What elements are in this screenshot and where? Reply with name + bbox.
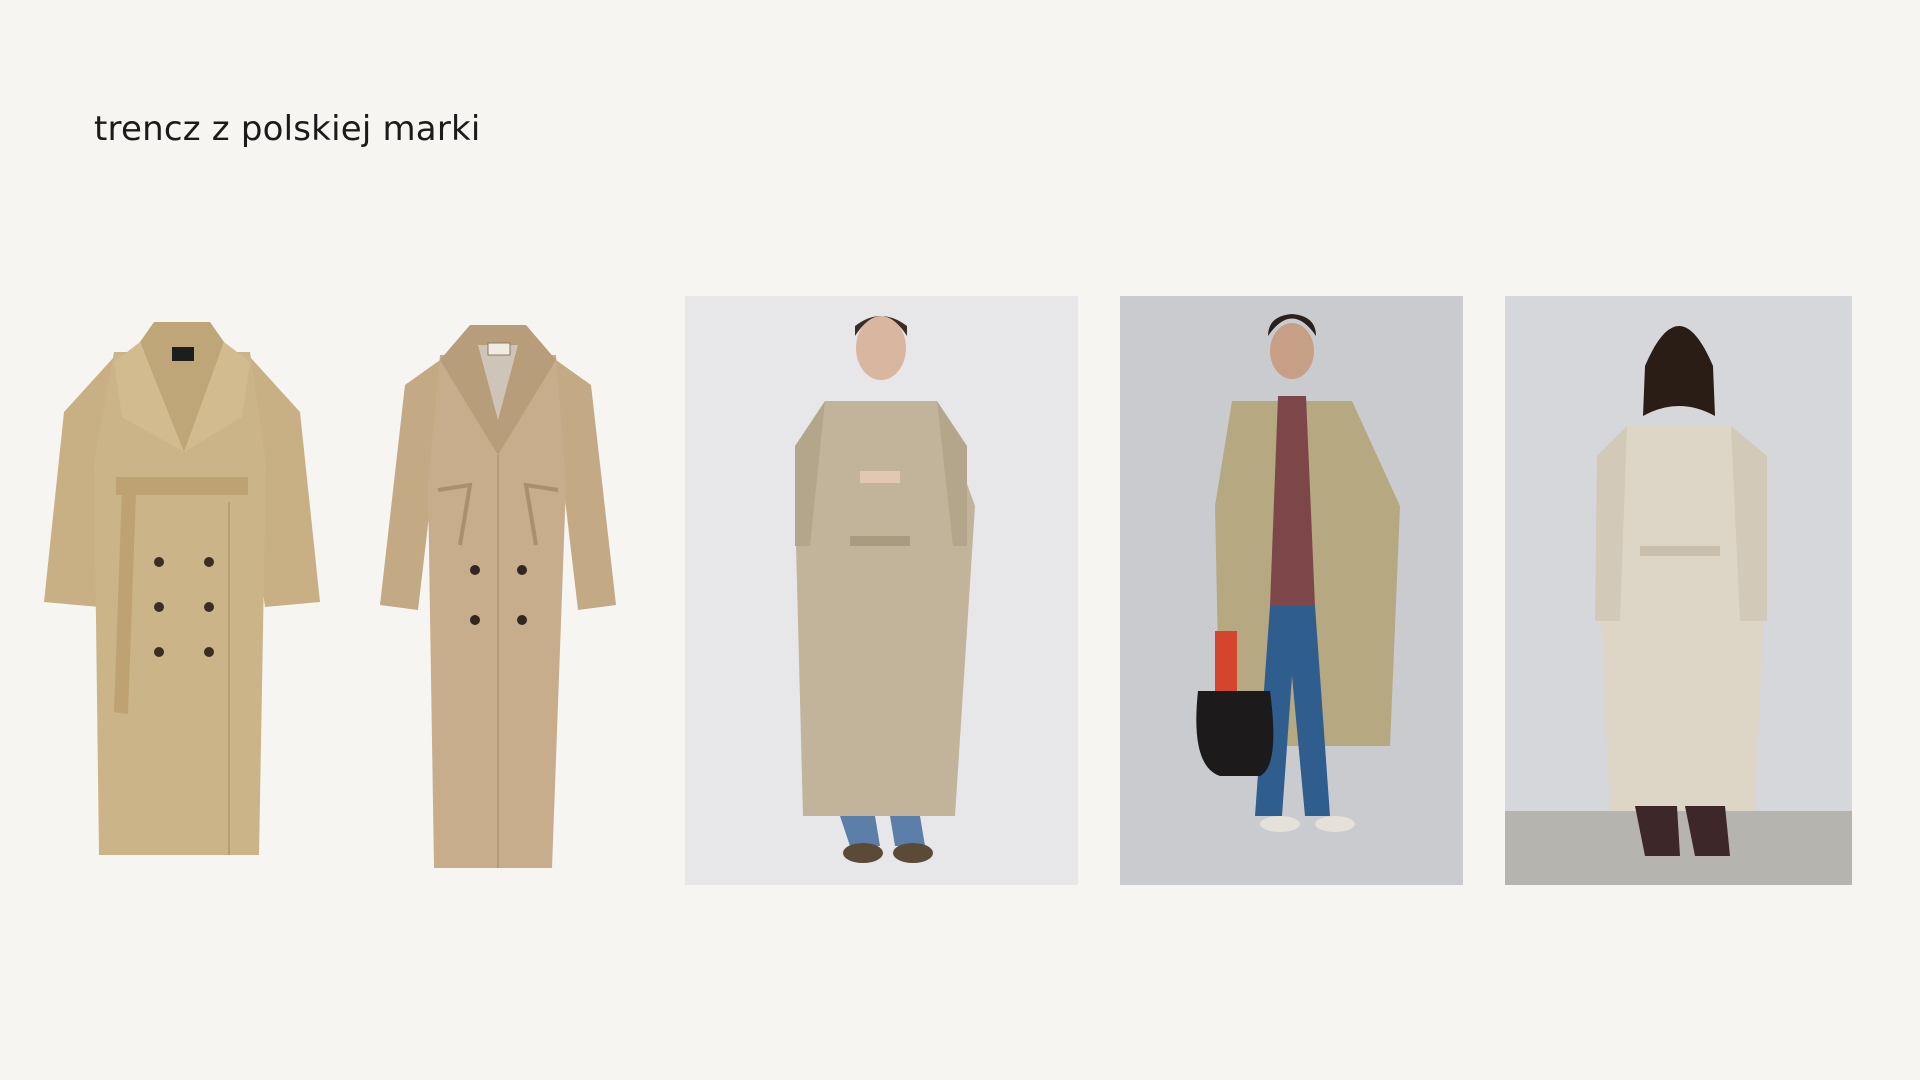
page-title: trencz z polskiej marki — [94, 109, 481, 149]
slide: trencz z polskiej marki — [0, 0, 1920, 1080]
model-photo-1 — [685, 296, 1078, 885]
model-photo-3 — [1505, 296, 1852, 885]
model-photo-2 — [1120, 296, 1463, 885]
trench-coat-product-1 — [44, 322, 320, 855]
trench-coat-product-2 — [380, 325, 616, 868]
